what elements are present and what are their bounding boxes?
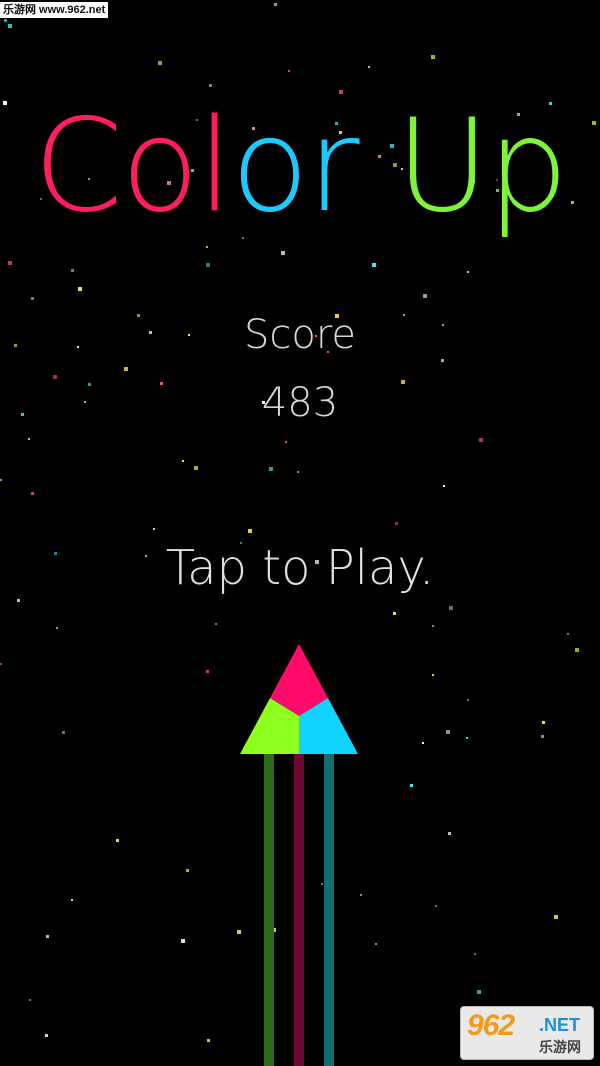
star xyxy=(288,70,290,72)
star xyxy=(0,663,2,665)
star xyxy=(423,294,427,298)
star xyxy=(186,869,189,872)
star xyxy=(446,730,450,734)
title-letter: p xyxy=(487,92,568,241)
star xyxy=(215,623,217,625)
star xyxy=(432,674,434,676)
star xyxy=(17,599,20,602)
star xyxy=(248,529,252,533)
game-title: Color Up xyxy=(0,92,600,242)
watermark-number: 962 xyxy=(467,1009,515,1042)
star xyxy=(31,297,34,300)
star xyxy=(479,438,483,442)
title-letter: U xyxy=(395,92,490,241)
star xyxy=(269,467,273,471)
title-letter xyxy=(358,92,396,242)
star xyxy=(4,19,7,22)
title-letter: l xyxy=(197,92,233,241)
star xyxy=(124,367,128,371)
star xyxy=(31,492,34,495)
star xyxy=(29,999,31,1001)
star xyxy=(116,839,119,842)
star xyxy=(466,737,468,739)
star xyxy=(8,261,12,265)
tap-to-play-prompt[interactable]: Tap to Play. xyxy=(0,540,600,596)
star xyxy=(467,271,469,273)
trail-green xyxy=(264,754,274,1066)
star xyxy=(46,935,49,938)
watermark-sub: 乐游网 xyxy=(539,1039,581,1055)
star xyxy=(443,485,445,487)
star xyxy=(375,943,377,945)
star xyxy=(393,612,396,615)
star xyxy=(372,263,376,267)
watermark-net: .NET xyxy=(539,1015,581,1035)
star xyxy=(0,479,2,481)
star xyxy=(285,441,287,443)
title-letter: o xyxy=(230,92,309,241)
star xyxy=(441,359,444,362)
star xyxy=(71,269,74,272)
star xyxy=(435,905,437,907)
star xyxy=(541,735,544,738)
title-letter: r xyxy=(307,92,360,241)
star xyxy=(542,721,545,724)
star xyxy=(194,466,198,470)
star xyxy=(8,24,12,28)
star xyxy=(422,742,424,744)
score-label: Score xyxy=(243,312,357,358)
star xyxy=(431,55,435,59)
trail-pink xyxy=(294,754,304,1066)
star xyxy=(209,84,212,87)
star xyxy=(297,471,299,473)
star xyxy=(281,251,285,255)
star xyxy=(368,66,370,68)
star xyxy=(207,1039,210,1042)
site-watermark-bottom: 962 .NET 乐游网 xyxy=(460,1006,594,1060)
site-watermark-top: 乐游网 www.962.net xyxy=(0,2,109,18)
star xyxy=(448,832,451,835)
star xyxy=(274,3,277,6)
star xyxy=(567,633,569,635)
star xyxy=(71,899,73,901)
star xyxy=(45,1034,48,1037)
star xyxy=(78,287,82,291)
star xyxy=(474,953,476,955)
star xyxy=(153,528,155,530)
star xyxy=(449,606,453,610)
star xyxy=(182,460,184,462)
star xyxy=(158,61,162,65)
star xyxy=(28,438,30,440)
star xyxy=(56,627,58,629)
star xyxy=(432,625,434,627)
star xyxy=(206,246,208,248)
star xyxy=(467,699,469,701)
title-letter: o xyxy=(120,92,199,241)
star xyxy=(554,915,558,919)
star xyxy=(53,375,57,379)
star xyxy=(477,990,481,994)
star xyxy=(206,670,209,673)
star xyxy=(575,648,579,652)
trail-cyan xyxy=(324,754,334,1066)
star xyxy=(62,731,65,734)
player-ship[interactable] xyxy=(230,640,370,1066)
star xyxy=(206,263,210,267)
star xyxy=(410,784,413,787)
star xyxy=(395,522,398,525)
score-value: 483 xyxy=(261,380,339,426)
title-letter: C xyxy=(33,92,122,241)
star xyxy=(181,939,185,943)
